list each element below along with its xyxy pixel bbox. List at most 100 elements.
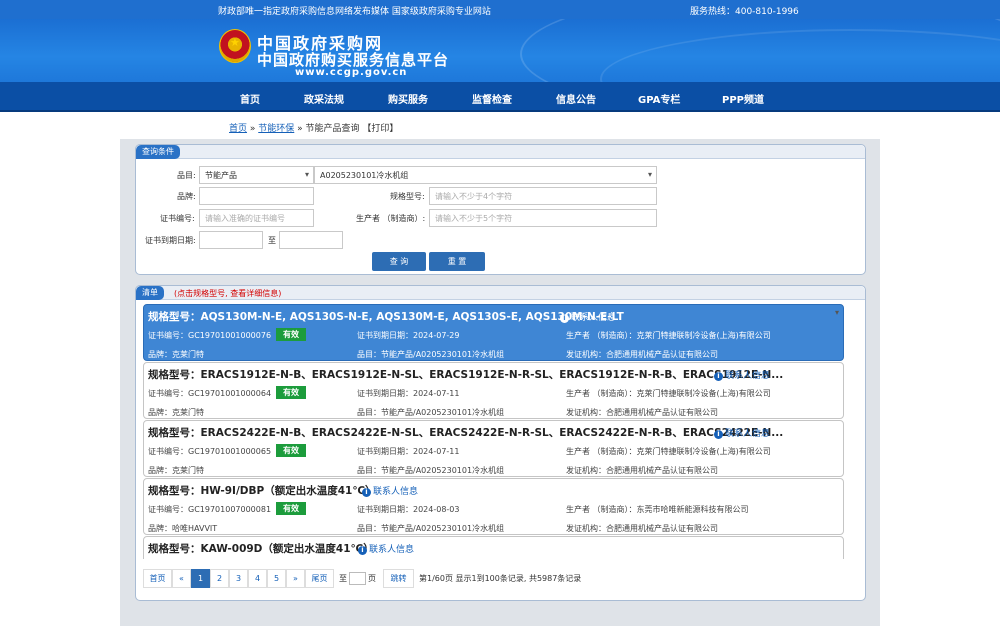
page-4[interactable]: 4	[248, 569, 267, 588]
status-badge: 有效	[276, 502, 306, 515]
producer-label: 生产者 （制造商）:	[356, 214, 426, 223]
category: 品目：节能产品/A0205230101冷水机组	[357, 466, 505, 475]
page-last[interactable]: 尾页	[305, 569, 334, 588]
expire-from-input[interactable]	[199, 231, 263, 249]
page-2[interactable]: 2	[210, 569, 229, 588]
cert-input[interactable]: 请输入准确的证书编号	[199, 209, 314, 227]
status-badge: 有效	[276, 444, 306, 457]
issuer: 发证机构：合肥通用机械产品认证有限公司	[566, 408, 718, 417]
results-panel-tab: 清单	[136, 286, 164, 300]
category-select[interactable]: 节能产品	[199, 166, 314, 184]
nav-home[interactable]: 首页	[240, 91, 260, 106]
expire-to-input[interactable]	[279, 231, 343, 249]
model-label: 规格型号:	[390, 192, 425, 201]
status-badge: 有效	[276, 328, 306, 341]
breadcrumb: 首页 » 节能环保 » 节能产品查询 【打印】	[229, 124, 399, 134]
page-5[interactable]: 5	[267, 569, 286, 588]
result-row[interactable]: 规格型号：ERACS2422E-N-B、ERACS2422E-N-SL、ERAC…	[143, 420, 844, 477]
expire-to-label: 至	[268, 236, 276, 245]
site-url: www.ccgp.gov.cn	[295, 67, 408, 78]
model-input[interactable]: 请输入不少于4个字符	[429, 187, 657, 205]
producer: 生产者 （制造商）：克莱门特捷联制冷设备(上海)有限公司	[566, 447, 771, 456]
nav-supervision[interactable]: 监督检查	[472, 91, 512, 106]
query-panel-tab: 查询条件	[136, 145, 180, 159]
producer: 生产者 （制造商）：东莞市哈唯新能源科技有限公司	[566, 505, 749, 514]
model-link[interactable]: 规格型号：ERACS1912E-N-B、ERACS1912E-N-SL、ERAC…	[148, 367, 783, 382]
category-sub-select[interactable]: A0205230101冷水机组	[314, 166, 657, 184]
top-info-bar: 财政部唯一指定政府采购信息网络发布媒体 国家级政府采购专业网站 服务热线：400…	[0, 0, 1000, 19]
results-tip: (点击规格型号, 查看详细信息)	[174, 289, 282, 298]
category: 品目：节能产品/A0205230101冷水机组	[357, 524, 505, 533]
expire-date: 证书到期日期：2024-07-29	[357, 331, 460, 340]
search-button[interactable]: 查 询	[372, 252, 426, 271]
cert-no: 证书编号：GC19701001000076	[148, 331, 272, 340]
contact-info-link[interactable]: i 联系人信息	[714, 426, 770, 439]
site-banner: 中国政府采购网 中国政府购买服务信息平台 www.ccgp.gov.cn	[0, 19, 1000, 82]
nav-gpa[interactable]: GPA专栏	[638, 91, 680, 106]
reset-button[interactable]: 重 置	[429, 252, 485, 271]
service-hotline: 服务热线：400-810-1996	[690, 7, 799, 17]
category-label: 品目:	[177, 171, 196, 180]
page-first[interactable]: 首页	[143, 569, 172, 588]
model-link[interactable]: 规格型号：KAW-009D（额定出水温度41℃）	[148, 541, 374, 556]
info-icon: i	[560, 314, 569, 323]
nav-ppp[interactable]: PPP频道	[722, 91, 764, 106]
producer-input[interactable]: 请输入不少于5个字符	[429, 209, 657, 227]
page-3[interactable]: 3	[229, 569, 248, 588]
goto-suffix: 页	[368, 574, 376, 583]
cert-label: 证书编号:	[160, 214, 195, 223]
brand: 品牌：克莱门特	[148, 466, 204, 475]
info-icon: i	[714, 430, 723, 439]
cert-no: 证书编号：GC19701007000081	[148, 505, 272, 514]
issuer: 发证机构：合肥通用机械产品认证有限公司	[566, 524, 718, 533]
page-1[interactable]: 1	[191, 569, 210, 588]
result-row[interactable]: 规格型号：HW-9I/DBP（额定出水温度41℃） i 联系人信息 证书编号：GC…	[143, 478, 844, 535]
model-link[interactable]: 规格型号：ERACS2422E-N-B、ERACS2422E-N-SL、ERAC…	[148, 425, 783, 440]
brand: 品牌：克莱门特	[148, 350, 204, 359]
jump-button[interactable]: 跳转	[383, 569, 414, 588]
nav-purchase-services[interactable]: 购买服务	[388, 91, 428, 106]
expire-date: 证书到期日期：2024-08-03	[357, 505, 460, 514]
cert-no: 证书编号：GC19701001000065	[148, 447, 272, 456]
expire-date: 证书到期日期：2024-07-11	[357, 447, 460, 456]
brand: 品牌：哈唯HAVVIT	[148, 524, 218, 533]
contact-info-link[interactable]: i 联系人信息	[714, 368, 770, 381]
goto-prefix: 至	[339, 574, 347, 583]
contact-info-link[interactable]: i 联系人信息	[560, 310, 616, 323]
expire-date: 证书到期日期：2024-07-11	[357, 389, 460, 398]
breadcrumb-section[interactable]: 节能环保	[258, 124, 294, 134]
model-link[interactable]: 规格型号：HW-9I/DBP（额定出水温度41℃）	[148, 483, 376, 498]
category: 品目：节能产品/A0205230101冷水机组	[357, 408, 505, 417]
result-row[interactable]: 规格型号：AQS130M-N-E, AQS130S-N-E, AQS130M-E…	[143, 304, 844, 361]
nav-regulations[interactable]: 政采法规	[304, 91, 344, 106]
nav-announcements[interactable]: 信息公告	[556, 91, 596, 106]
breadcrumb-home[interactable]: 首页	[229, 124, 247, 134]
producer: 生产者 （制造商）：克莱门特捷联制冷设备(上海)有限公司	[566, 331, 771, 340]
result-row[interactable]: 规格型号：ERACS1912E-N-B、ERACS1912E-N-SL、ERAC…	[143, 362, 844, 419]
page-info: 第1/60页 显示1到100条记录, 共5987条记录	[419, 574, 582, 583]
issuer: 发证机构：合肥通用机械产品认证有限公司	[566, 350, 718, 359]
site-slogan: 财政部唯一指定政府采购信息网络发布媒体 国家级政府采购专业网站	[218, 7, 491, 17]
issuer: 发证机构：合肥通用机械产品认证有限公司	[566, 466, 718, 475]
producer: 生产者 （制造商）：克莱门特捷联制冷设备(上海)有限公司	[566, 389, 771, 398]
expire-label: 证书到期日期:	[145, 236, 196, 245]
main-nav: 首页 政采法规 购买服务 监督检查 信息公告 GPA专栏 PPP频道	[0, 82, 1000, 112]
info-icon: i	[358, 546, 367, 555]
status-badge: 有效	[276, 386, 306, 399]
cert-no: 证书编号：GC19701001000064	[148, 389, 272, 398]
result-row[interactable]: 规格型号：KAW-009D（额定出水温度41℃） i 联系人信息	[143, 536, 844, 559]
contact-info-link[interactable]: i 联系人信息	[358, 542, 414, 555]
brand-input[interactable]	[199, 187, 314, 205]
contact-info-link[interactable]: i 联系人信息	[362, 484, 418, 497]
brand-label: 品牌:	[177, 192, 196, 201]
page-prev[interactable]: «	[172, 569, 191, 588]
print-link[interactable]: 【打印】	[362, 124, 398, 134]
model-link[interactable]: 规格型号：AQS130M-N-E, AQS130S-N-E, AQS130M-E…	[148, 309, 624, 324]
page-next[interactable]: »	[286, 569, 305, 588]
goto-page-input[interactable]	[349, 572, 366, 585]
national-emblem-icon	[219, 29, 251, 63]
brand: 品牌：克莱门特	[148, 408, 204, 417]
category: 品目：节能产品/A0205230101冷水机组	[357, 350, 505, 359]
breadcrumb-current: 节能产品查询	[305, 124, 360, 134]
info-icon: i	[714, 372, 723, 381]
